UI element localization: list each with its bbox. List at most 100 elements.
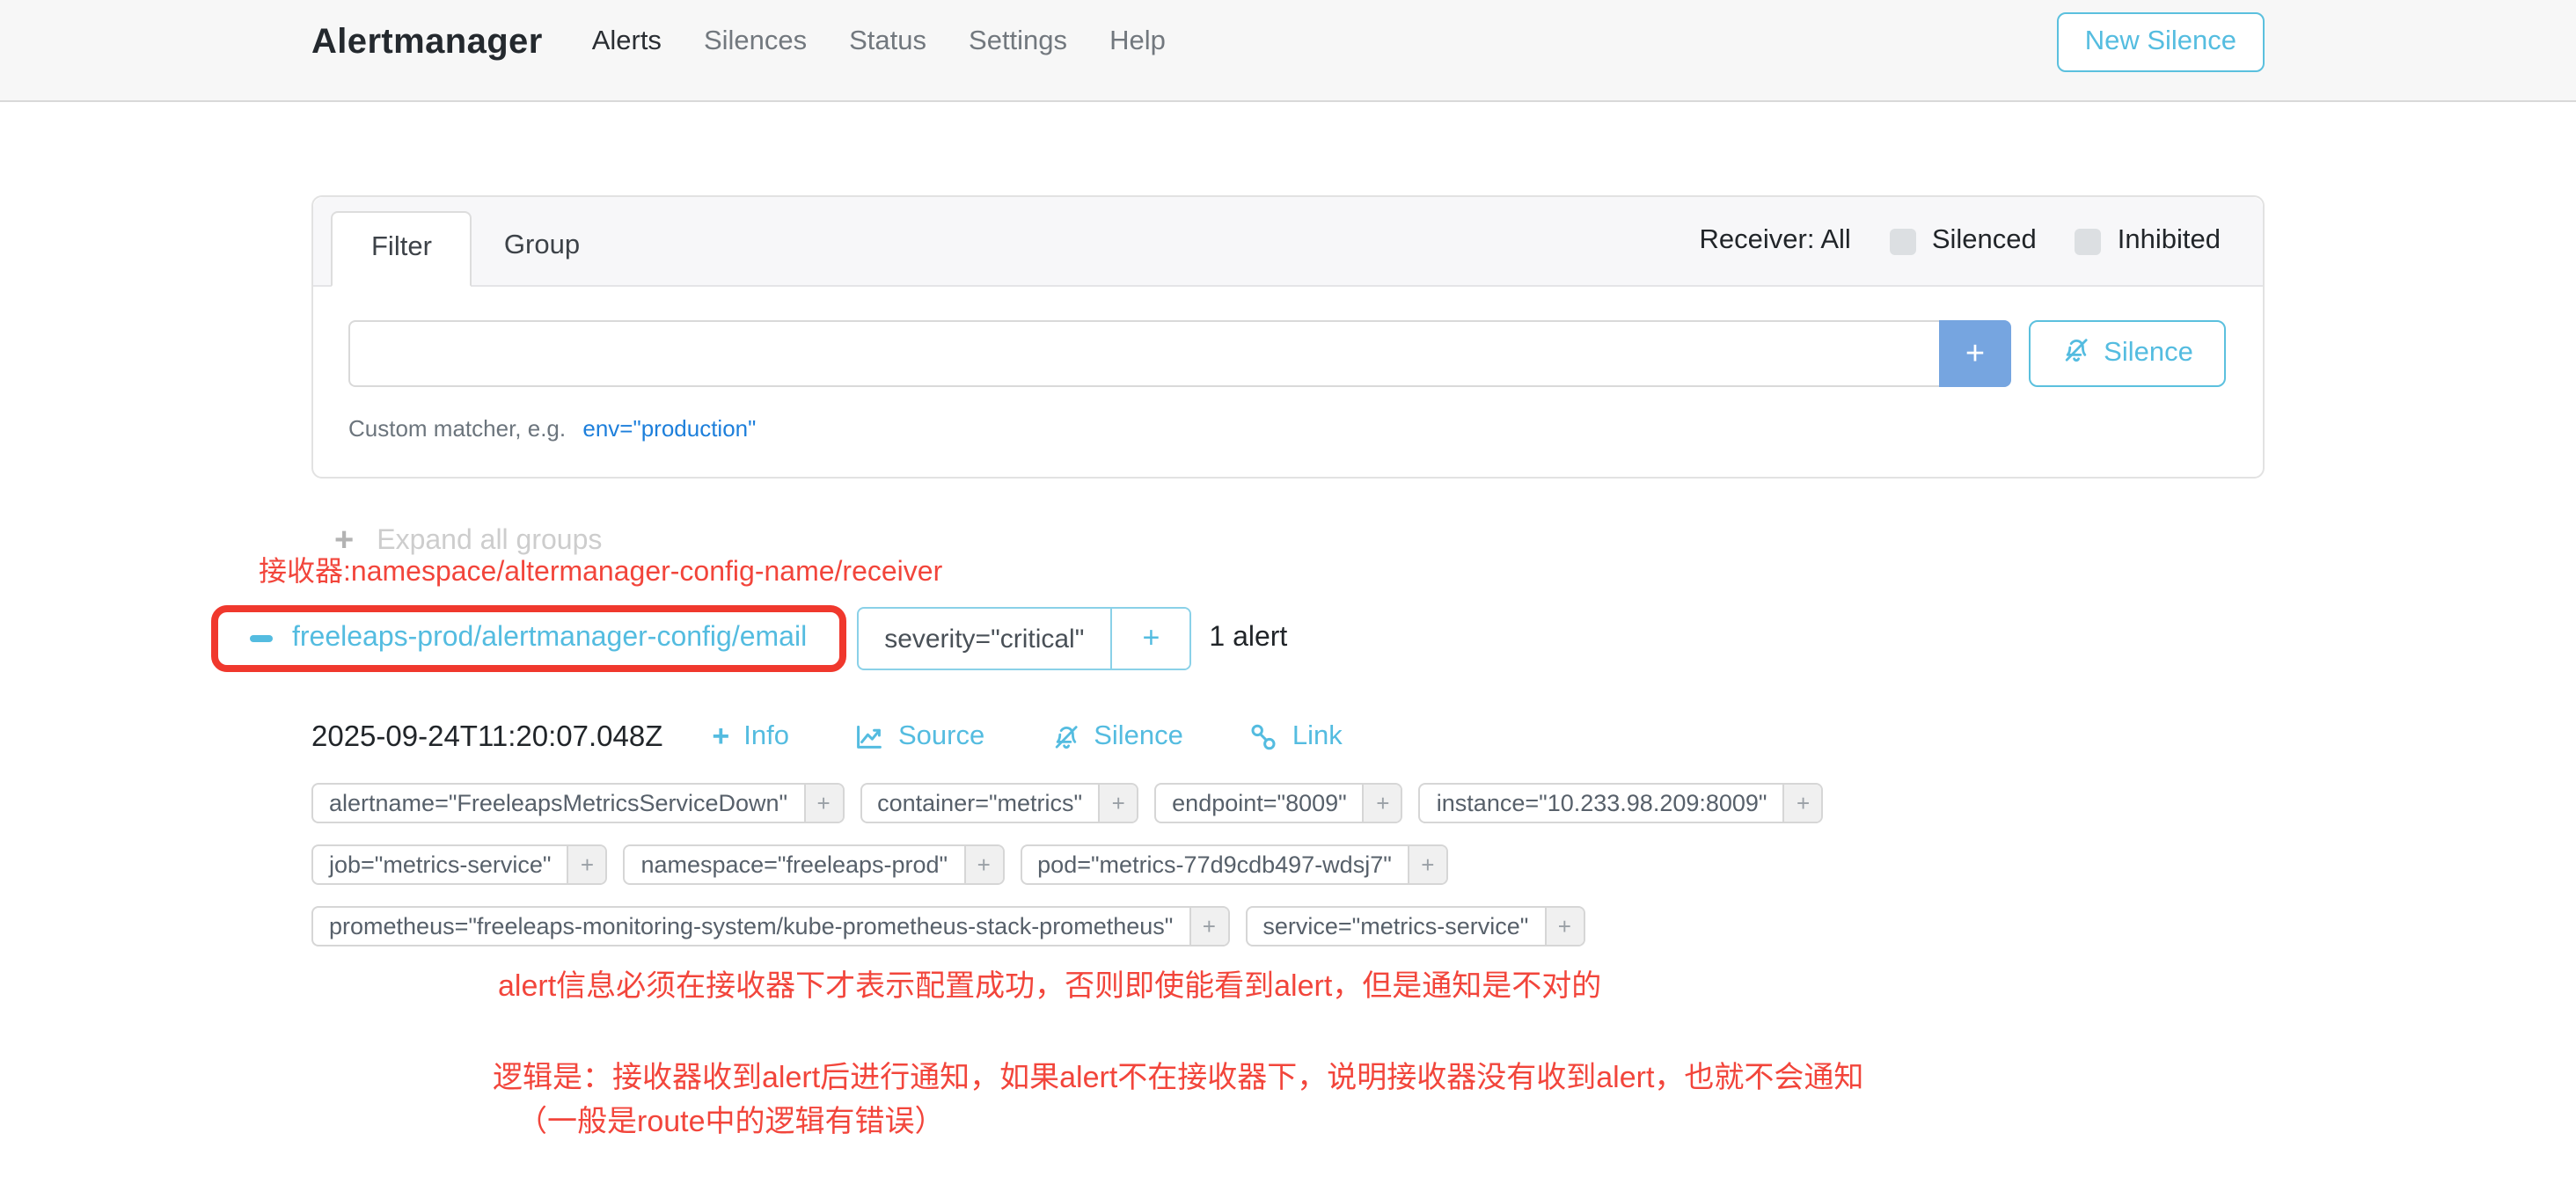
alert-label-chip: prometheus="freeleaps-monitoring-system/… <box>311 906 1229 946</box>
custom-matcher-hint-text: Custom matcher, e.g. <box>348 415 566 442</box>
source-link-label: Source <box>898 721 984 753</box>
plus-icon: + <box>1965 335 1985 372</box>
matcher-input-group: + <box>348 320 2011 387</box>
silence-link-label: Silence <box>1094 721 1183 753</box>
filter-tabs: Filter Group <box>331 211 611 285</box>
link-link-label: Link <box>1292 721 1343 753</box>
custom-matcher-hint: Custom matcher, e.g. env="production" <box>348 415 2228 442</box>
top-navbar: Alertmanager Alerts Silences Status Sett… <box>0 0 2576 102</box>
alertmanager-app: Alertmanager Alerts Silences Status Sett… <box>0 0 2576 1184</box>
annotation-alert-note: alert信息必须在接收器下才表示配置成功，否则即使能看到alert，但是通知是… <box>311 961 2265 1005</box>
add-matcher-button[interactable]: + <box>1939 320 2011 387</box>
plus-icon: + <box>581 851 594 878</box>
add-group-matcher-button[interactable]: + <box>1110 609 1189 669</box>
link-link[interactable]: Link <box>1250 720 1343 755</box>
silence-button-label: Silence <box>2104 338 2193 369</box>
matcher-example-link[interactable]: env="production" <box>582 415 756 442</box>
nav-silences[interactable]: Silences <box>704 26 807 58</box>
plus-icon: + <box>1112 790 1125 816</box>
group-matcher-chip: severity="critical" + <box>856 607 1191 670</box>
alert-label-text: job="metrics-service" <box>313 846 567 883</box>
annotation-logic-note: 逻辑是：接收器收到alert后进行通知，如果alert不在接收器下，说明接收器没… <box>311 1056 2265 1144</box>
main-content: Filter Group Receiver: All Silenced Inhi… <box>311 195 2265 1144</box>
plus-icon: + <box>817 790 831 816</box>
group-receiver-label: freeleaps-prod/alertmanager-config/email <box>292 623 807 654</box>
main-nav: Alerts Silences Status Settings Help <box>592 26 1166 58</box>
add-label-filter-button[interactable]: + <box>1783 785 1822 822</box>
plus-icon: + <box>1203 913 1216 939</box>
matcher-input[interactable] <box>348 320 1939 387</box>
add-label-filter-button[interactable]: + <box>1098 785 1137 822</box>
add-label-filter-button[interactable]: + <box>567 846 606 883</box>
plus-icon: + <box>712 720 729 755</box>
group-receiver-toggle-button[interactable]: freeleaps-prod/alertmanager-config/email <box>229 618 828 660</box>
annotation-logic-line2: （一般是route中的逻辑有错误） <box>493 1100 2265 1144</box>
add-label-filter-button[interactable]: + <box>1408 846 1446 883</box>
alert-label-text: container="metrics" <box>861 785 1098 822</box>
inhibited-filter[interactable]: Inhibited <box>2075 225 2221 257</box>
alert-label-chip: alertname="FreeleapsMetricsServiceDown" … <box>311 783 844 823</box>
receiver-filter-label[interactable]: Receiver: All <box>1700 225 1851 257</box>
chart-icon <box>856 723 884 751</box>
add-label-filter-button[interactable]: + <box>963 846 1002 883</box>
alert-labels: alertname="FreeleapsMetricsServiceDown" … <box>311 783 2265 946</box>
new-silence-button[interactable]: New Silence <box>2057 12 2265 72</box>
info-link-label: Info <box>743 721 789 753</box>
alert-label-chip: pod="metrics-77d9cdb497-wdsj7" + <box>1020 844 1448 885</box>
alert-detail: 2025-09-24T11:20:07.048Z + Info <box>311 720 2265 946</box>
silenced-filter[interactable]: Silenced <box>1890 225 2037 257</box>
inhibited-label: Inhibited <box>2118 225 2221 257</box>
alert-label-chip: endpoint="8009" + <box>1154 783 1403 823</box>
source-link[interactable]: Source <box>856 720 984 755</box>
silenced-label: Silenced <box>1932 225 2037 257</box>
plus-icon: + <box>1797 790 1810 816</box>
bell-slash-icon <box>2061 335 2089 372</box>
alert-label-chip: container="metrics" + <box>860 783 1138 823</box>
alert-label-text: instance="10.233.98.209:8009" <box>1421 785 1783 822</box>
alert-actions: + Info Source <box>712 720 1342 755</box>
filter-card: Filter Group Receiver: All Silenced Inhi… <box>311 195 2265 479</box>
alert-label-chip: instance="10.233.98.209:8009" + <box>1419 783 1824 823</box>
add-label-filter-button[interactable]: + <box>1189 908 1227 945</box>
alert-timestamp: 2025-09-24T11:20:07.048Z <box>311 720 662 754</box>
add-label-filter-button[interactable]: + <box>1363 785 1401 822</box>
nav-settings[interactable]: Settings <box>969 26 1067 58</box>
filter-card-header: Filter Group Receiver: All Silenced Inhi… <box>313 197 2263 287</box>
alert-label-text: pod="metrics-77d9cdb497-wdsj7" <box>1021 846 1408 883</box>
alert-label-text: endpoint="8009" <box>1156 785 1363 822</box>
plus-icon: + <box>1142 621 1160 654</box>
link-icon <box>1250 723 1278 751</box>
alert-group-row: freeleaps-prod/alertmanager-config/email… <box>211 605 2265 672</box>
alert-label-text: alertname="FreeleapsMetricsServiceDown" <box>313 785 803 822</box>
inhibited-checkbox[interactable] <box>2075 228 2102 254</box>
alert-count: 1 alert <box>1209 623 1287 654</box>
alert-label-text: service="metrics-service" <box>1247 908 1544 945</box>
annotation-highlight-box: freeleaps-prod/alertmanager-config/email <box>211 605 845 672</box>
annotation-receiver-note: 接收器:namespace/altermanager-config-name/r… <box>259 547 2265 589</box>
group-matcher-label[interactable]: severity="critical" <box>858 609 1110 669</box>
alert-label-chip: job="metrics-service" + <box>311 844 608 885</box>
nav-alerts[interactable]: Alerts <box>592 26 662 58</box>
add-label-filter-button[interactable]: + <box>1544 908 1583 945</box>
alert-label-text: prometheus="freeleaps-monitoring-system/… <box>313 908 1189 945</box>
plus-icon: + <box>1376 790 1389 816</box>
app-brand[interactable]: Alertmanager <box>311 22 543 62</box>
receiver-controls: Receiver: All Silenced Inhibited <box>1700 197 2221 285</box>
tab-filter[interactable]: Filter <box>331 211 472 287</box>
annotation-logic-line1: 逻辑是：接收器收到alert后进行通知，如果alert不在接收器下，说明接收器没… <box>493 1056 2265 1100</box>
add-label-filter-button[interactable]: + <box>803 785 842 822</box>
tab-group[interactable]: Group <box>472 211 611 285</box>
bell-slash-icon <box>1051 723 1079 751</box>
nav-status[interactable]: Status <box>849 26 926 58</box>
silence-from-filter-button[interactable]: Silence <box>2029 320 2226 387</box>
plus-icon: + <box>1558 913 1571 939</box>
plus-icon: + <box>977 851 991 878</box>
alert-label-chip: namespace="freeleaps-prod" + <box>624 844 1005 885</box>
info-link[interactable]: + Info <box>712 720 789 755</box>
alert-label-text: namespace="freeleaps-prod" <box>626 846 964 883</box>
nav-help[interactable]: Help <box>1109 26 1166 58</box>
filter-card-body: + Silence <box>313 287 2263 477</box>
silenced-checkbox[interactable] <box>1890 228 1916 254</box>
alert-label-chip: service="metrics-service" + <box>1245 906 1584 946</box>
silence-link[interactable]: Silence <box>1051 720 1183 755</box>
